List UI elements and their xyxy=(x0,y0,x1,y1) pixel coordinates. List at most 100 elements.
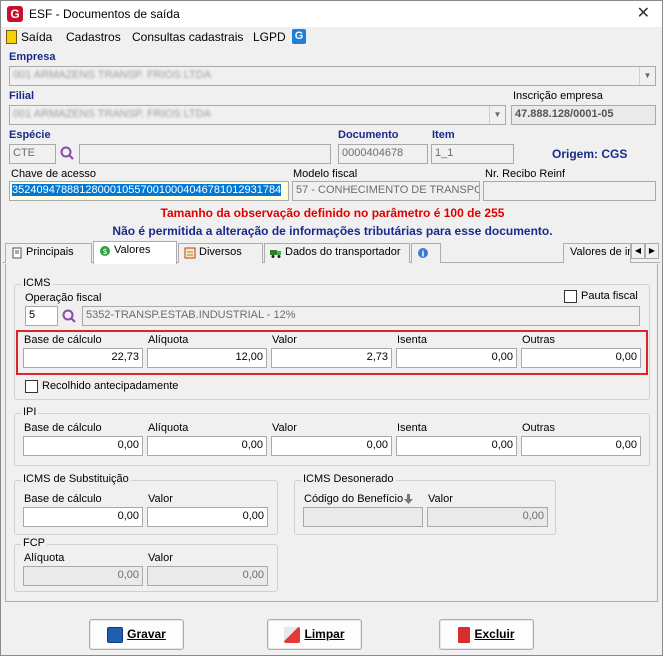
empresa-value: 001 ARMAZENS TRANSP. FRIOS LTDA xyxy=(13,69,212,81)
filial-value: 001 ARMAZENS TRANSP. FRIOS LTDA xyxy=(13,108,212,120)
operacao-desc-field: 5352-TRANSP.ESTAB.INDUSTRIAL - 12% xyxy=(82,306,640,326)
ipi-group-title: IPI xyxy=(21,406,39,418)
tab-diversos-label: Diversos xyxy=(199,246,242,258)
exit-door-icon xyxy=(6,30,17,44)
notepad-icon xyxy=(184,247,196,259)
tab-info[interactable]: i xyxy=(411,243,441,263)
recolhido-label: Recolhido antecipadamente xyxy=(42,380,179,392)
recolhido-checkbox[interactable] xyxy=(25,380,38,393)
fcp-valor-label: Valor xyxy=(148,552,173,564)
menu-lgpd[interactable]: LGPD xyxy=(253,30,286,44)
icms-aliquota-label: Alíquota xyxy=(148,334,189,346)
filial-label: Filial xyxy=(9,90,35,102)
icms-st-valor-label: Valor xyxy=(148,493,173,505)
truck-icon xyxy=(270,250,281,258)
gravar-button[interactable]: Gravar xyxy=(89,619,184,650)
tab-valores-inss[interactable]: Valores de in xyxy=(563,243,631,263)
chevron-down-icon[interactable]: ▼ xyxy=(489,106,505,124)
menu-consultas-cadastrais[interactable]: Consultas cadastrais xyxy=(132,30,243,44)
limpar-button[interactable]: Limpar xyxy=(267,619,362,650)
item-field[interactable]: 1_1 xyxy=(431,144,514,164)
fcp-aliquota-field: 0,00 xyxy=(23,566,143,586)
tab-principais-label: Principais xyxy=(26,246,74,258)
modelo-field: 57 - CONHECIMENTO DE TRANSPORTE xyxy=(292,181,480,201)
search-icon[interactable] xyxy=(59,145,75,161)
ipi-isenta-label: Isenta xyxy=(397,422,427,434)
icms-outras-field[interactable]: 0,00 xyxy=(521,348,641,368)
tab-valores-inss-label: Valores de in xyxy=(570,246,631,258)
pauta-fiscal-checkbox[interactable] xyxy=(564,290,577,303)
icms-base-field[interactable]: 22,73 xyxy=(23,348,143,368)
limpar-label: Limpar xyxy=(304,627,345,641)
ipi-base-field[interactable]: 0,00 xyxy=(23,436,143,456)
tab-scroll-right-icon[interactable]: ▶ xyxy=(645,243,659,259)
ipi-base-label: Base de cálculo xyxy=(24,422,102,434)
warning-tributaria: Não é permitida a alteração de informaçõ… xyxy=(112,224,553,238)
icms-valor-field[interactable]: 2,73 xyxy=(271,348,392,368)
arrow-down-icon[interactable] xyxy=(404,494,413,504)
svg-text:$: $ xyxy=(102,247,107,256)
especie-desc-field xyxy=(79,144,331,164)
main-window: G ESF - Documentos de saída ✕ Saída Cada… xyxy=(0,0,663,656)
recibo-field xyxy=(483,181,656,201)
icms-aliquota-field[interactable]: 12,00 xyxy=(147,348,267,368)
icms-isenta-field[interactable]: 0,00 xyxy=(396,348,517,368)
especie-code-field[interactable]: CTE xyxy=(9,144,56,164)
icms-group-title: ICMS xyxy=(21,277,53,289)
recibo-label: Nr. Recibo Reinf xyxy=(485,168,566,180)
icms-st-base-field[interactable]: 0,00 xyxy=(23,507,143,527)
modelo-label: Modelo fiscal xyxy=(293,168,358,180)
especie-label: Espécie xyxy=(9,129,51,141)
icms-des-valor-field: 0,00 xyxy=(427,507,548,527)
menu-cadastros[interactable]: Cadastros xyxy=(66,30,121,44)
filial-select[interactable]: 001 ARMAZENS TRANSP. FRIOS LTDA ▼ xyxy=(9,105,506,125)
tab-dados-transportador[interactable]: Dados do transportador xyxy=(264,243,410,263)
document-icon xyxy=(12,247,22,259)
excluir-button[interactable]: Excluir xyxy=(439,619,534,650)
origem-text: Origem: CGS xyxy=(552,147,628,161)
tab-dados-transportador-label: Dados do transportador xyxy=(285,246,401,258)
ipi-valor-field[interactable]: 0,00 xyxy=(271,436,392,456)
ipi-aliquota-label: Alíquota xyxy=(148,422,189,434)
documento-label: Documento xyxy=(338,129,399,141)
chave-field[interactable]: 3524094788812800010557001000404678101293… xyxy=(9,181,289,201)
empresa-select[interactable]: 001 ARMAZENS TRANSP. FRIOS LTDA ▼ xyxy=(9,66,656,86)
app-logo-icon: G xyxy=(7,6,23,22)
tab-diversos[interactable]: Diversos xyxy=(178,243,263,263)
window-title: ESF - Documentos de saída xyxy=(29,7,180,21)
icms-st-valor-field[interactable]: 0,00 xyxy=(147,507,268,527)
g-app-icon[interactable]: G xyxy=(292,29,306,44)
ipi-isenta-field[interactable]: 0,00 xyxy=(396,436,517,456)
excluir-label: Excluir xyxy=(474,627,515,641)
inscricao-field: 47.888.128/0001-05 xyxy=(511,105,656,125)
tab-valores[interactable]: $ Valores xyxy=(93,241,177,264)
empresa-label: Empresa xyxy=(9,51,56,63)
ipi-valor-label: Valor xyxy=(272,422,297,434)
money-icon: $ xyxy=(100,246,110,256)
search-icon[interactable] xyxy=(61,308,77,324)
codigo-beneficio-field xyxy=(303,507,423,527)
tab-principais[interactable]: Principais xyxy=(5,243,92,263)
chevron-down-icon[interactable]: ▼ xyxy=(639,67,655,85)
tab-scroll-left-icon[interactable]: ◀ xyxy=(631,243,645,259)
tab-strip: Principais $ Valores Diversos Dados do t… xyxy=(3,241,660,264)
codigo-beneficio-label: Código do Benefício xyxy=(304,493,404,505)
warning-observacao: Tamanho da observação definido no parâme… xyxy=(160,206,505,220)
documento-field[interactable]: 0000404678 xyxy=(338,144,428,164)
ipi-outras-field[interactable]: 0,00 xyxy=(521,436,641,456)
fcp-group-title: FCP xyxy=(21,537,47,549)
ipi-outras-label: Outras xyxy=(522,422,556,434)
ipi-aliquota-field[interactable]: 0,00 xyxy=(147,436,267,456)
inscricao-label: Inscrição empresa xyxy=(513,90,603,102)
close-icon[interactable]: ✕ xyxy=(637,3,650,23)
trash-icon xyxy=(458,626,471,643)
title-bar: G ESF - Documentos de saída ✕ xyxy=(1,1,662,27)
menu-saida[interactable]: Saída xyxy=(21,30,52,44)
icms-desonerado-group-title: ICMS Desonerado xyxy=(301,473,396,485)
operacao-code-field[interactable]: 5 xyxy=(25,306,58,326)
icms-isenta-label: Isenta xyxy=(397,334,427,346)
info-icon: i xyxy=(418,248,428,259)
item-label: Item xyxy=(432,129,455,141)
save-disk-icon xyxy=(107,626,124,643)
tab-valores-label: Valores xyxy=(114,244,151,256)
